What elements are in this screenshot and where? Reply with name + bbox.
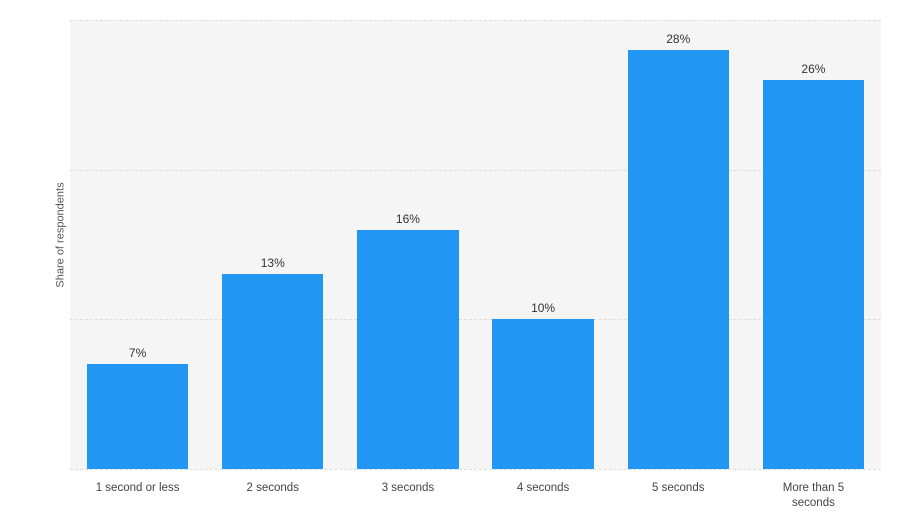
bar-2-group: 13% [205,20,340,469]
bar-1 [87,364,188,469]
grid-line [70,469,881,470]
bar-3-group: 16% [340,20,475,469]
bar-3-label: 16% [396,212,420,226]
chart-container: Share of respondents 7% 13% 16% 10% 28% 26% 1… [0,0,901,529]
bar-4-x-label: 4 seconds [476,477,611,529]
bar-2 [222,274,323,469]
bar-2-x-label: 2 seconds [205,477,340,529]
bar-4-group: 10% [476,20,611,469]
bar-1-group: 7% [70,20,205,469]
bar-6-label: 26% [801,62,825,76]
bar-6-group: 26% [746,20,881,469]
bar-3-x-label: 3 seconds [340,477,475,529]
bar-5-x-label: 5 seconds [611,477,746,529]
bar-6-x-label: More than 5seconds [746,477,881,529]
x-labels: 1 second or less2 seconds3 seconds4 seco… [0,469,901,529]
bar-4 [492,319,593,469]
chart-area: Share of respondents 7% 13% 16% 10% 28% 26% [0,0,901,469]
bar-4-label: 10% [531,301,555,315]
bar-5 [628,50,729,469]
y-axis-label: Share of respondents [55,182,67,287]
bar-2-label: 13% [261,256,285,270]
bar-1-x-label: 1 second or less [70,477,205,529]
bar-3 [357,230,458,469]
bar-1-label: 7% [129,346,146,360]
grid-and-bars: 7% 13% 16% 10% 28% 26% [70,20,881,469]
bar-5-group: 28% [611,20,746,469]
bars-row: 7% 13% 16% 10% 28% 26% [70,20,881,469]
bar-5-label: 28% [666,32,690,46]
bar-6 [763,80,864,469]
